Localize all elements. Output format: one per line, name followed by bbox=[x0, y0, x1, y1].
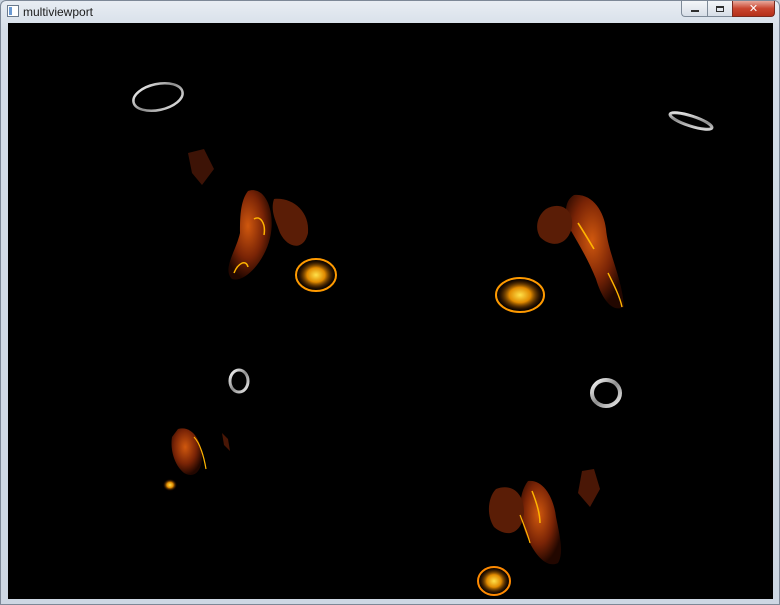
scene-canvas bbox=[132, 82, 714, 596]
monkey-ear-mesh bbox=[488, 487, 524, 534]
torus-mesh bbox=[132, 82, 184, 112]
cube-mesh bbox=[578, 469, 600, 507]
caption-buttons: ✕ bbox=[681, 1, 775, 17]
monkey-ear-mesh bbox=[537, 205, 573, 244]
sphere-mesh bbox=[163, 479, 177, 491]
monkey-head-mesh bbox=[171, 428, 202, 476]
monkey-head-mesh bbox=[565, 194, 624, 309]
viewport-top-right bbox=[495, 111, 714, 313]
cube-mesh bbox=[222, 433, 230, 451]
torus-mesh bbox=[228, 368, 250, 394]
monkey-head-mesh bbox=[228, 190, 272, 280]
application-window: multiviewport ✕ bbox=[0, 0, 780, 605]
torus-mesh bbox=[668, 111, 714, 131]
app-icon[interactable] bbox=[7, 5, 19, 17]
minimize-button[interactable] bbox=[681, 1, 707, 17]
cube-mesh bbox=[188, 149, 214, 185]
viewport-bottom-right bbox=[477, 378, 622, 596]
render-viewport[interactable] bbox=[8, 23, 773, 599]
close-icon: ✕ bbox=[748, 2, 759, 15]
torus-mesh bbox=[590, 378, 622, 408]
viewport-bottom-left bbox=[163, 368, 250, 491]
minimize-icon bbox=[690, 10, 699, 12]
title-bar[interactable]: multiviewport ✕ bbox=[1, 1, 779, 23]
viewport-top-left bbox=[132, 82, 337, 292]
maximize-icon bbox=[716, 5, 724, 12]
close-button[interactable]: ✕ bbox=[732, 1, 775, 17]
maximize-button[interactable] bbox=[707, 1, 732, 17]
monkey-ear-mesh bbox=[272, 198, 309, 246]
window-title: multiviewport bbox=[23, 5, 94, 19]
